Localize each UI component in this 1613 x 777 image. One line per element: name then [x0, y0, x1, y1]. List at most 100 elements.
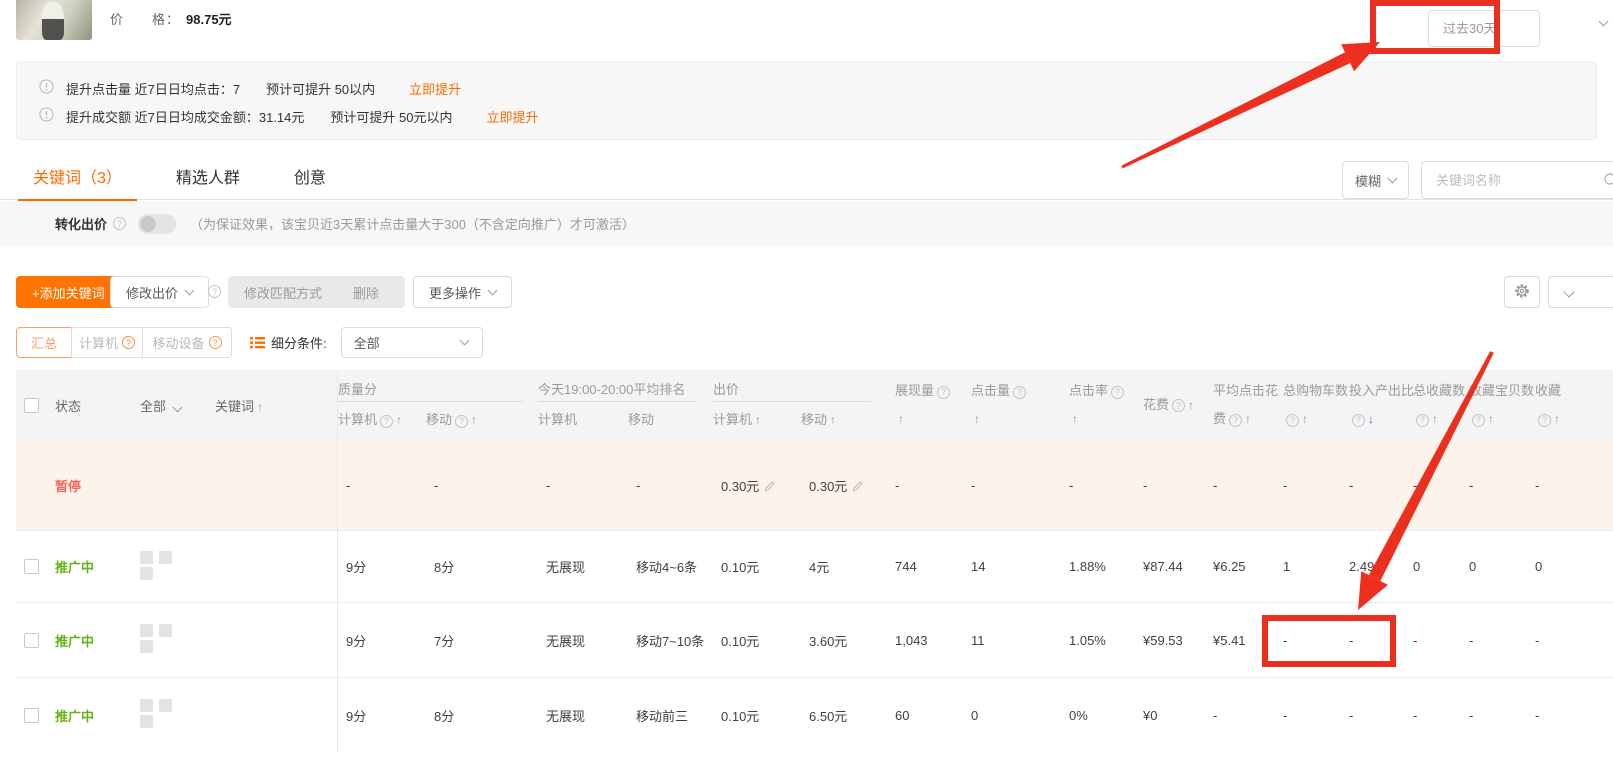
segment-pc[interactable]: 计算机? [71, 327, 143, 358]
help-icon[interactable]: ? [455, 415, 468, 428]
status-filter-dropdown[interactable]: 全部 [130, 396, 193, 415]
match-mode-dropdown[interactable]: 模糊 [1342, 161, 1409, 199]
row-left: 推广中 [16, 603, 337, 677]
edit-bid-button[interactable]: 修改出价 [110, 276, 209, 308]
censored-block [140, 624, 153, 637]
help-icon[interactable]: ? [1286, 414, 1299, 427]
column-header: 花费?↑ [1135, 370, 1205, 440]
edit-bid-icon[interactable] [763, 480, 776, 493]
table-cell: 移动4~6条 [628, 557, 713, 576]
date-range-select[interactable]: 过去30天 [1428, 10, 1540, 47]
button-label: +添加关键词 [32, 283, 105, 302]
help-icon[interactable]: ? [380, 415, 393, 428]
help-icon[interactable]: ? [1111, 386, 1124, 399]
boost-now-link[interactable]: 立即提升 [486, 107, 538, 126]
chevron-down-icon [459, 336, 469, 346]
keyword-search-box [1421, 161, 1613, 199]
tab-audiences[interactable]: 精选人群 [161, 152, 255, 200]
row-left: 推广中 [16, 678, 337, 752]
sort-up-icon[interactable]: ↑ [1488, 412, 1494, 426]
more-actions-button[interactable]: 更多操作 [413, 276, 512, 308]
table-cell: - [887, 478, 963, 493]
sort-up-icon[interactable]: ↑ [755, 413, 761, 427]
sort-down-icon[interactable]: ↓ [1368, 412, 1374, 426]
edit-match-type-button[interactable]: 修改匹配方式 [228, 276, 338, 308]
table-cell: 0.30元 [713, 476, 801, 495]
select-all-checkbox[interactable] [24, 398, 39, 413]
sort-up-icon[interactable]: ↑ [257, 400, 263, 414]
table-cell: - [1135, 478, 1205, 493]
table-cell: - [1341, 633, 1405, 648]
tab-label: 关键词（3） [33, 164, 122, 188]
column-header: 总购物车数?↑ [1275, 370, 1341, 440]
notice-estimate: 预计可提升 50以内 [266, 79, 375, 98]
column-header: 平均点击花费?↑ [1205, 370, 1275, 440]
table-cell: - [1405, 633, 1461, 648]
tab-creatives[interactable]: 创意 [279, 152, 341, 200]
help-icon[interactable]: ? [209, 336, 222, 349]
sort-up-icon[interactable]: ↑ [1554, 412, 1560, 426]
button-label: 删除 [353, 283, 379, 302]
edit-bid-icon[interactable] [851, 480, 864, 493]
segment-condition-select[interactable]: 全部 [341, 327, 483, 358]
help-icon[interactable]: ? [1538, 414, 1551, 427]
table-cell: 0 [1527, 559, 1613, 574]
sort-up-icon[interactable]: ↑ [1302, 412, 1308, 426]
table-row: 推广中9分8分无展现移动前三0.10元6.50元6000%¥0------ [16, 677, 1613, 752]
table-cell: 移动前三 [628, 706, 713, 725]
status-cell: 暂停 [48, 476, 130, 495]
row-checkbox[interactable] [24, 559, 39, 574]
chevron-down-icon[interactable] [173, 402, 183, 412]
status-column-header: 状态 [48, 396, 130, 415]
row-checkbox[interactable] [24, 708, 39, 723]
table-cell: 11 [963, 633, 1061, 648]
delete-button[interactable]: 删除 [327, 276, 405, 308]
chevron-down-icon [1563, 286, 1574, 297]
sort-up-icon[interactable]: ↑ [974, 412, 980, 426]
segment-mobile[interactable]: 移动设备? [142, 327, 232, 358]
notice-estimate: 预计可提升 50元以内 [330, 107, 452, 126]
boost-now-link[interactable]: 立即提升 [409, 79, 461, 98]
help-icon[interactable]: ? [113, 217, 126, 230]
row-checkbox[interactable] [24, 633, 39, 648]
sort-up-icon[interactable]: ↑ [396, 413, 402, 427]
notice-clicks: 提升点击量 近7日日均点击：7 预计可提升 50以内 立即提升 [39, 74, 1596, 102]
help-icon[interactable]: ? [1013, 386, 1026, 399]
button-label: 修改出价 [126, 283, 178, 302]
search-icon[interactable] [1603, 172, 1613, 191]
table-cell: - [1205, 478, 1275, 493]
chevron-down-icon[interactable] [1599, 17, 1609, 27]
sort-up-icon[interactable]: ↑ [830, 413, 836, 427]
sort-up-icon[interactable]: ↑ [1432, 412, 1438, 426]
sort-up-icon[interactable]: ↑ [898, 412, 904, 426]
conversion-bid-note: （为保证效果，该宝贝近3天累计点击量大于300（不含定向推广）才可激活） [190, 214, 635, 233]
conversion-bid-toggle[interactable] [138, 214, 176, 234]
collapse-button[interactable] [1548, 276, 1613, 308]
help-icon[interactable]: ? [1416, 414, 1429, 427]
settings-button[interactable] [1504, 276, 1540, 308]
sort-up-icon[interactable]: ↑ [471, 413, 477, 427]
row-mid-cell [130, 699, 193, 731]
add-keyword-button[interactable]: +添加关键词 [16, 276, 121, 308]
row-checkbox-cell [16, 559, 48, 574]
help-icon[interactable]: ? [1352, 414, 1365, 427]
sort-up-icon[interactable]: ↑ [1072, 412, 1078, 426]
tabs-row: 关键词（3） 精选人群 创意 模糊 [0, 152, 1613, 200]
sort-up-icon[interactable]: ↑ [1245, 412, 1251, 426]
table-cell: - [538, 478, 628, 493]
help-icon[interactable]: ? [1172, 399, 1185, 412]
help-icon[interactable]: ? [208, 285, 221, 298]
table-cell: 0.10元 [713, 706, 801, 725]
help-icon[interactable]: ? [1229, 414, 1242, 427]
sort-up-icon[interactable]: ↑ [1188, 398, 1194, 412]
help-icon[interactable]: ? [122, 336, 135, 349]
table-row: 推广中9分8分无展现移动4~6条0.10元4元744141.88%¥87.44¥… [16, 530, 1613, 602]
help-icon[interactable]: ? [1472, 414, 1485, 427]
table-cell: 8分 [426, 706, 538, 725]
table-cell: ¥87.44 [1135, 559, 1205, 574]
keyword-search-input[interactable] [1434, 163, 1594, 197]
column-header: 移动 [628, 409, 713, 428]
help-icon[interactable]: ? [937, 386, 950, 399]
segment-summary[interactable]: 汇总 [16, 327, 72, 358]
tab-keywords[interactable]: 关键词（3） [18, 152, 137, 200]
